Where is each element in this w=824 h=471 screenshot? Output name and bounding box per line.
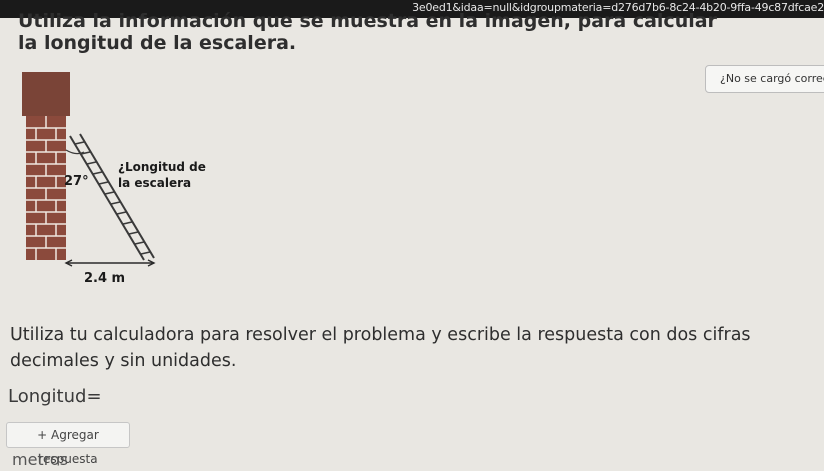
- problem-figure: 27° ¿Longitud de la escalera 2.4 m: [20, 70, 220, 290]
- ladder-diagram: 27° ¿Longitud de la escalera 2.4 m: [22, 72, 206, 286]
- angle-label: 27°: [64, 174, 89, 189]
- wall-cap: [22, 72, 70, 116]
- units-label: metros: [12, 450, 69, 469]
- answer-label: Longitud=: [8, 386, 102, 407]
- brick-wall: [26, 116, 66, 260]
- base-measure: [64, 259, 156, 267]
- base-label: 2.4 m: [84, 271, 125, 286]
- ladder-label-line1: ¿Longitud de: [118, 160, 206, 174]
- load-error-notice[interactable]: ¿No se cargó correctamente?: [705, 65, 824, 93]
- question-text: Utiliza la información que se muestra en…: [18, 10, 717, 54]
- ladder-label-line2: la escalera: [118, 176, 191, 190]
- instructions-text: Utiliza tu calculadora para resolver el …: [10, 325, 751, 371]
- add-answer-button[interactable]: + Agregar respuesta: [6, 422, 130, 466]
- angle-arc: [65, 149, 85, 155]
